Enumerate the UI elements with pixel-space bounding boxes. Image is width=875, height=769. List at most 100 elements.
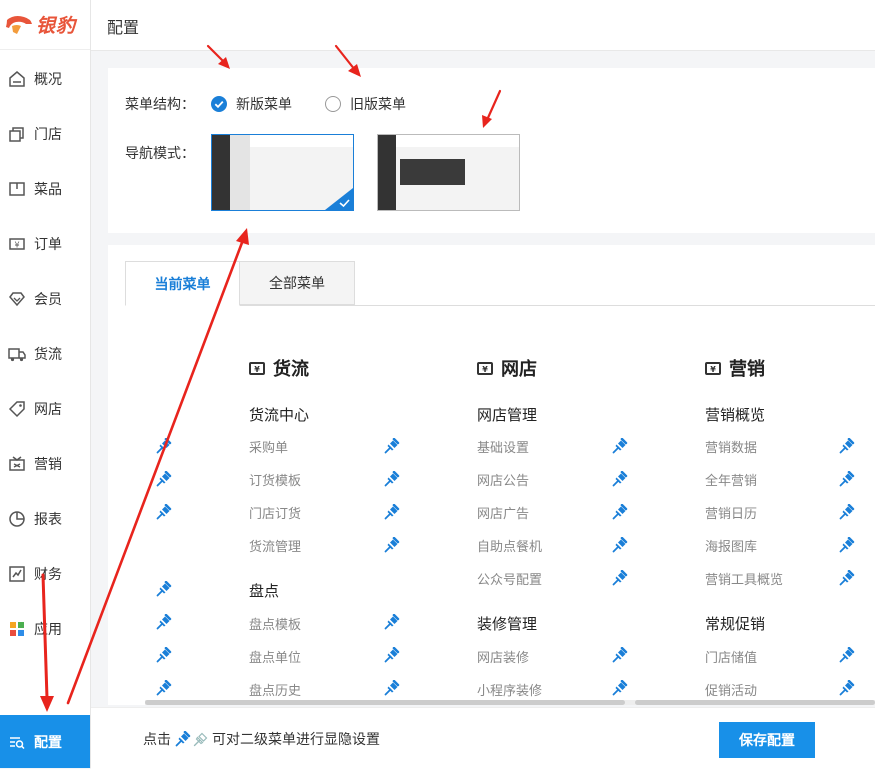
menu-item[interactable]: 盘点历史: [249, 680, 301, 699]
section-title: 网店管理: [477, 406, 538, 424]
pin-icon[interactable]: [156, 438, 172, 454]
sidebar-item-marketing[interactable]: 营销: [0, 444, 90, 484]
sidebar-item-label: 营销: [34, 457, 62, 473]
pin-hint: 点击 可对二级菜单进行显隐设置: [143, 729, 380, 749]
pin-icon[interactable]: [839, 438, 855, 454]
menu-item[interactable]: 全年营销: [705, 470, 757, 489]
pin-icon[interactable]: [384, 504, 400, 520]
menu-item[interactable]: 促销活动: [705, 680, 757, 699]
column-title-text: 营销: [729, 359, 765, 380]
sidebar-item-apps[interactable]: 应用: [0, 609, 90, 649]
save-config-button[interactable]: 保存配置: [719, 722, 815, 758]
column-title-text: 货流: [273, 359, 309, 380]
tag-icon: [8, 400, 26, 418]
menu-item[interactable]: 盘点单位: [249, 647, 301, 666]
menu-item[interactable]: 采购单: [249, 437, 288, 456]
pin-icon[interactable]: [612, 680, 628, 696]
radio-old-menu[interactable]: 旧版菜单: [325, 94, 406, 114]
sidebar-item-reports[interactable]: 报表: [0, 499, 90, 539]
sidebar-item-stores[interactable]: 门店: [0, 114, 90, 154]
menu-item[interactable]: 小程序装修: [477, 680, 542, 699]
pin-icon[interactable]: [384, 471, 400, 487]
pin-icon[interactable]: [384, 614, 400, 630]
sidebar-item-orders[interactable]: ¥ 订单: [0, 224, 90, 264]
pin-icon[interactable]: [156, 504, 172, 520]
menu-item[interactable]: 营销工具概览: [705, 569, 783, 588]
pin-icon: [175, 731, 191, 747]
pin-icon[interactable]: [156, 614, 172, 630]
dish-icon: [8, 180, 26, 198]
pin-icon[interactable]: [839, 647, 855, 663]
pin-icon[interactable]: [839, 570, 855, 586]
section-title: 常规促销: [705, 615, 766, 633]
sidebar-item-label: 货流: [34, 347, 62, 363]
radio-unchecked-icon: [325, 96, 341, 112]
pie-chart-icon: [8, 510, 26, 528]
sidebar-item-config[interactable]: 配置: [0, 715, 90, 768]
yuan-box-icon: ¥: [477, 361, 493, 375]
menu-item[interactable]: 基础设置: [477, 437, 529, 456]
svg-text:¥: ¥: [14, 241, 19, 250]
menu-structure-label: 菜单结构：: [125, 97, 195, 113]
sidebar-item-dishes[interactable]: 菜品: [0, 169, 90, 209]
pin-icon[interactable]: [384, 647, 400, 663]
pin-icon[interactable]: [839, 471, 855, 487]
radio-new-menu[interactable]: 新版菜单: [211, 94, 292, 114]
yuan-box-icon: ¥: [249, 361, 265, 375]
pin-icon[interactable]: [839, 504, 855, 520]
menu-item[interactable]: 公众号配置: [477, 569, 542, 588]
pin-icon[interactable]: [839, 680, 855, 696]
hint-prefix: 点击: [143, 732, 171, 748]
menu-item[interactable]: 盘点模板: [249, 614, 301, 633]
sidebar-item-eshop[interactable]: 网店: [0, 389, 90, 429]
sidebar-item-finance[interactable]: 财务: [0, 554, 90, 594]
finance-icon: [8, 565, 26, 583]
pin-icon[interactable]: [384, 680, 400, 696]
menu-item[interactable]: 网店广告: [477, 503, 529, 522]
pin-icon[interactable]: [839, 537, 855, 553]
horizontal-scrollbar[interactable]: [145, 700, 875, 705]
sidebar-item-members[interactable]: 会员: [0, 279, 90, 319]
pin-icon[interactable]: [612, 438, 628, 454]
pin-icon[interactable]: [384, 438, 400, 454]
sidebar-item-label: 会员: [34, 292, 62, 308]
menu-item[interactable]: 网店公告: [477, 470, 529, 489]
pin-icon[interactable]: [156, 471, 172, 487]
pin-icon[interactable]: [384, 537, 400, 553]
pin-icon[interactable]: [612, 504, 628, 520]
section-title: 盘点: [249, 582, 280, 600]
column-title-logistics: ¥ 货流: [249, 355, 309, 381]
sidebar-item-label: 门店: [34, 127, 62, 143]
menu-item[interactable]: 门店订货: [249, 503, 301, 522]
brand-name: 银豹: [36, 15, 77, 37]
pin-icon[interactable]: [612, 647, 628, 663]
section-title: 装修管理: [477, 615, 538, 633]
radio-label: 新版菜单: [236, 97, 292, 113]
scrollbar-thumb[interactable]: [635, 700, 875, 705]
sidebar-item-overview[interactable]: 概况: [0, 59, 90, 99]
menu-item[interactable]: 网店装修: [477, 647, 529, 666]
sidebar-item-logistics[interactable]: 货流: [0, 334, 90, 374]
leopard-logo-icon: [4, 12, 34, 38]
menu-item[interactable]: 订货模板: [249, 470, 301, 489]
nav-mode-left-sidebar-option[interactable]: [211, 134, 354, 211]
brand-logo[interactable]: 银豹: [0, 0, 90, 50]
tab-all-menu[interactable]: 全部菜单: [239, 261, 355, 305]
menu-item[interactable]: 营销数据: [705, 437, 757, 456]
pin-icon[interactable]: [612, 537, 628, 553]
pin-icon[interactable]: [612, 471, 628, 487]
menu-item[interactable]: 自助点餐机: [477, 536, 542, 555]
nav-mode-top-option[interactable]: [377, 134, 520, 211]
menu-item[interactable]: 货流管理: [249, 536, 301, 555]
tab-current-menu[interactable]: 当前菜单: [125, 261, 240, 306]
pin-icon[interactable]: [156, 680, 172, 696]
menu-item[interactable]: 营销日历: [705, 503, 757, 522]
pin-icon[interactable]: [156, 581, 172, 597]
menu-config-panel: 菜单结构： 新版菜单 旧版菜单 导航模式：: [108, 68, 875, 233]
menu-item[interactable]: 海报图库: [705, 536, 757, 555]
menu-item[interactable]: 门店储值: [705, 647, 757, 666]
pin-icon[interactable]: [156, 647, 172, 663]
pin-icon[interactable]: [612, 570, 628, 586]
thumb-subnav: [230, 135, 250, 210]
scrollbar-thumb[interactable]: [145, 700, 625, 705]
